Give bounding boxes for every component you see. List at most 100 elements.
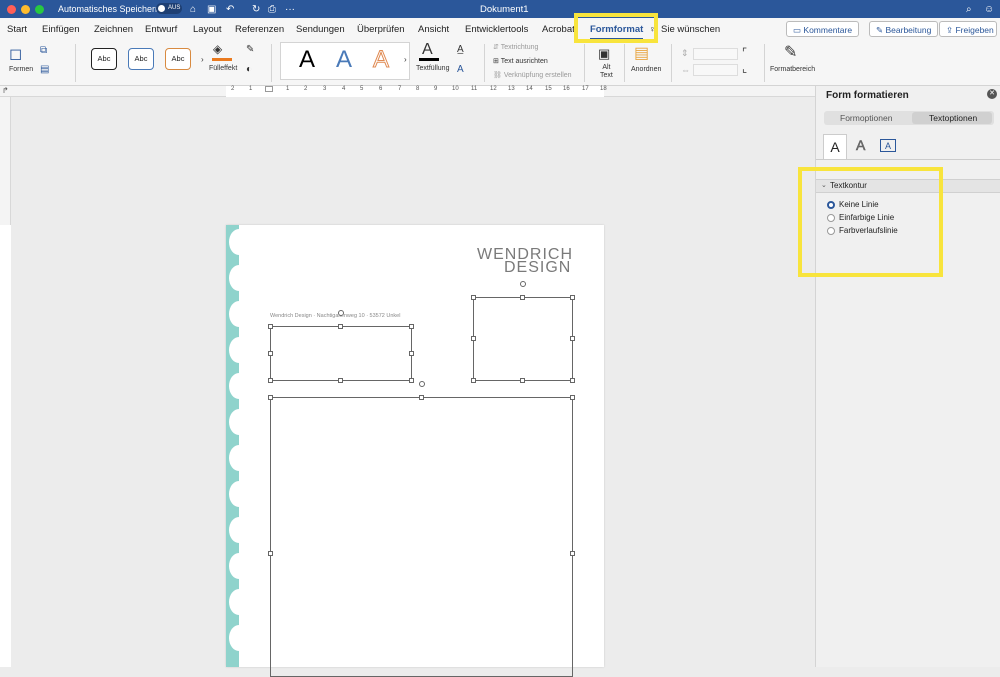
text-effects-icon[interactable]: A — [457, 64, 464, 75]
textbox-icon[interactable]: ▤ — [40, 64, 49, 75]
tab-entwicklertools[interactable]: Entwicklertools — [465, 24, 528, 35]
account-icon[interactable]: ☺ — [984, 4, 994, 15]
tab-sie-wuenschen[interactable]: Sie wünschen — [661, 24, 720, 35]
close-window-button[interactable] — [7, 5, 16, 14]
width-input[interactable] — [693, 64, 738, 76]
alt-text-icon[interactable]: ▣ — [598, 46, 610, 62]
format-pane-label[interactable]: Formatbereich — [770, 66, 815, 73]
ruler-label: 7 — [398, 86, 402, 92]
print-icon[interactable]: ⎙ — [268, 4, 276, 15]
size-lock-icon[interactable]: ⌞ — [742, 62, 747, 75]
indent-marker[interactable] — [265, 86, 273, 92]
separator — [624, 44, 625, 82]
tab-entwurf[interactable]: Entwurf — [145, 24, 177, 35]
text-outline-icon[interactable]: A̲ — [457, 44, 464, 55]
resize-handle[interactable] — [570, 551, 575, 556]
resize-handle[interactable] — [268, 395, 273, 400]
tab-ansicht[interactable]: Ansicht — [418, 24, 449, 35]
resize-handle[interactable] — [409, 378, 414, 383]
info-textbox[interactable] — [473, 297, 573, 381]
tab-referenzen[interactable]: Referenzen — [235, 24, 284, 35]
tab-ueberpruefen[interactable]: Überprüfen — [357, 24, 405, 35]
resize-handle[interactable] — [419, 395, 424, 400]
close-icon[interactable]: ✕ — [987, 89, 997, 99]
comments-button[interactable]: ▭ Kommentare — [786, 21, 860, 37]
resize-handle[interactable] — [570, 336, 575, 341]
wordart-style-2[interactable]: A — [336, 46, 352, 74]
resize-handle[interactable] — [471, 378, 476, 383]
wordart-style-1[interactable]: A — [299, 46, 315, 74]
tab-start[interactable]: Start — [7, 24, 27, 35]
horizontal-ruler[interactable]: ↱ 2 1 1 2 3 4 5 6 7 8 9 10 11 12 13 14 1… — [0, 86, 815, 97]
tab-einfuegen[interactable]: Einfügen — [42, 24, 80, 35]
undo-icon[interactable]: ↶ — [226, 4, 234, 15]
fill-bucket-icon[interactable]: ◈ — [213, 42, 222, 56]
create-link-label: Verknüpfung erstellen — [503, 72, 572, 79]
tab-textoptionen[interactable]: Textoptionen — [929, 113, 977, 123]
resize-handle[interactable] — [338, 324, 343, 329]
height-input[interactable] — [693, 48, 738, 60]
wordart-more-icon[interactable]: › — [404, 55, 407, 64]
text-effects-icon[interactable]: A — [856, 137, 866, 154]
resize-handle[interactable] — [268, 378, 273, 383]
edit-mode-button[interactable]: ✎ Bearbeitung — [869, 21, 939, 37]
resize-handle[interactable] — [268, 324, 273, 329]
minimize-window-button[interactable] — [21, 5, 30, 14]
resize-handle[interactable] — [570, 395, 575, 400]
more-icon[interactable]: ··· — [285, 4, 295, 15]
line-color-icon[interactable]: ✎ — [246, 44, 254, 55]
resize-handle[interactable] — [471, 336, 476, 341]
shape-effects-icon[interactable]: ◐ — [246, 64, 252, 75]
share-button[interactable]: ⇪ Freigeben — [939, 21, 997, 37]
scallop — [229, 553, 249, 579]
resize-handle[interactable] — [338, 378, 343, 383]
resize-handle[interactable] — [268, 351, 273, 356]
zoom-window-button[interactable] — [35, 5, 44, 14]
text-direction-button[interactable]: ⇵ Textrichtung — [493, 43, 538, 51]
text-box-layout-icon[interactable]: A — [880, 139, 896, 152]
tab-zeichnen[interactable]: Zeichnen — [94, 24, 133, 35]
resize-handle[interactable] — [520, 295, 525, 300]
save-icon[interactable]: ▣ — [207, 4, 216, 15]
resize-handle[interactable] — [471, 295, 476, 300]
search-icon[interactable]: ⌕ — [966, 4, 972, 15]
scallop — [229, 229, 249, 255]
vertical-ruler[interactable] — [0, 97, 11, 667]
shape-style-2[interactable]: Abc — [128, 48, 154, 70]
format-pane-icon[interactable]: ✎ — [784, 42, 797, 62]
document-page[interactable]: WENDRICH DESIGN Wendrich Design · Nachti… — [226, 225, 604, 677]
tab-formoptionen[interactable]: Formoptionen — [840, 113, 892, 123]
redo-icon[interactable]: ↻ — [252, 4, 260, 15]
crop-icon[interactable]: ⌜ — [742, 46, 747, 59]
create-link-button[interactable]: ⛓ Verknüpfung erstellen — [493, 71, 572, 79]
resize-handle[interactable] — [409, 324, 414, 329]
resize-handle[interactable] — [570, 378, 575, 383]
resize-handle[interactable] — [409, 351, 414, 356]
align-text-button[interactable]: ⊞ Text ausrichten — [493, 57, 548, 65]
resize-handle[interactable] — [268, 551, 273, 556]
rotate-handle[interactable] — [520, 281, 526, 287]
text-fill-outline-icon[interactable]: A — [823, 134, 847, 159]
edit-shape-icon[interactable]: ⧉ — [40, 45, 47, 56]
tab-stop-icon[interactable]: ↱ — [2, 86, 9, 95]
shape-style-3[interactable]: Abc — [165, 48, 191, 70]
resize-handle[interactable] — [520, 378, 525, 383]
arrange-icon[interactable]: ▤ — [634, 43, 649, 63]
alt-text-label[interactable]: Alt Text — [600, 64, 613, 80]
styles-more-icon[interactable]: › — [201, 55, 204, 64]
separator — [671, 44, 672, 82]
home-icon[interactable]: ⌂ — [190, 4, 196, 15]
shape-style-1[interactable]: Abc — [91, 48, 117, 70]
resize-handle[interactable] — [570, 295, 575, 300]
body-textbox[interactable] — [270, 397, 573, 677]
share-label: Freigeben — [955, 25, 994, 35]
tab-acrobat[interactable]: Acrobat — [542, 24, 575, 35]
tab-layout[interactable]: Layout — [193, 24, 222, 35]
tab-sendungen[interactable]: Sendungen — [296, 24, 345, 35]
text-fill-icon[interactable]: A — [422, 41, 433, 59]
wordart-style-3[interactable]: A — [372, 46, 389, 74]
rotate-handle[interactable] — [338, 310, 344, 316]
rotate-handle[interactable] — [419, 381, 425, 387]
shapes-icon[interactable]: ◻ — [9, 44, 22, 64]
address-textbox[interactable] — [270, 326, 412, 381]
